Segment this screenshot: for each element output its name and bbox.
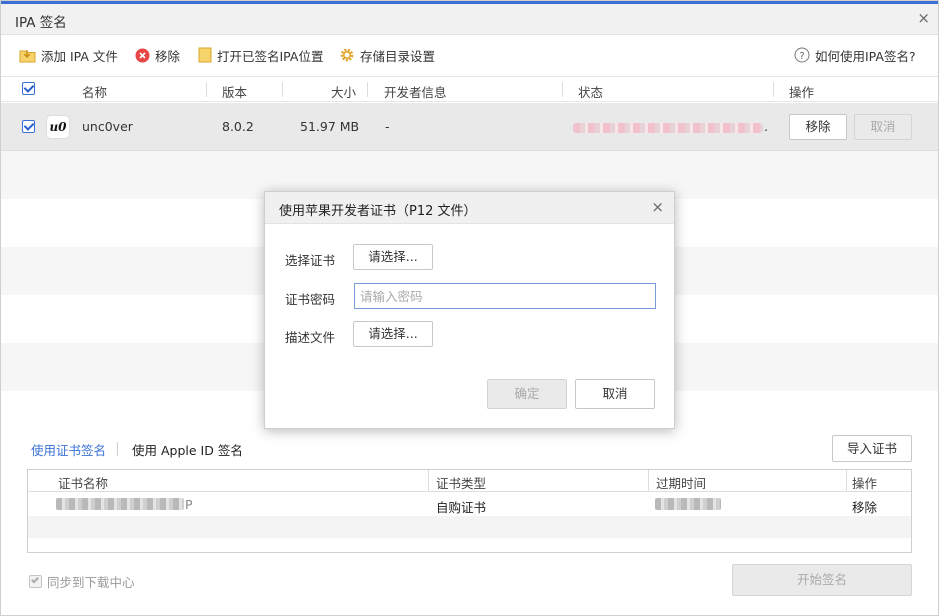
choose-profile-button[interactable]: 请选择... xyxy=(353,321,433,347)
add-ipa-label: 添加 IPA 文件 xyxy=(41,48,118,64)
col-divider xyxy=(773,82,774,97)
choose-cert-button[interactable]: 请选择... xyxy=(353,244,433,270)
cert-type: 自购证书 xyxy=(436,500,487,515)
open-signed-folder-button[interactable]: 打开已签名IPA位置 xyxy=(198,45,323,65)
col-divider xyxy=(648,470,649,492)
profile-label: 描述文件 xyxy=(285,330,336,345)
ok-button: 确定 xyxy=(487,379,567,409)
col-divider xyxy=(282,82,283,97)
table-row[interactable]: u0 unc0ver 8.0.2 51.97 MB - . 移除 取消 xyxy=(1,103,938,151)
sync-option[interactable]: 同步到下载中心 xyxy=(29,573,135,590)
window-title: IPA 签名 xyxy=(15,15,67,31)
col-status: 状态 xyxy=(578,85,604,100)
storage-settings-label: 存储目录设置 xyxy=(360,48,436,64)
add-ipa-button[interactable]: 添加 IPA 文件 xyxy=(19,45,118,65)
tab-divider xyxy=(117,442,118,456)
status-redacted xyxy=(573,123,763,133)
sync-checkbox[interactable] xyxy=(29,574,42,588)
start-sign-button: 开始签名 xyxy=(732,564,912,596)
col-size: 大小 xyxy=(331,85,357,100)
cert-name-redacted xyxy=(56,498,184,510)
row-checkbox[interactable] xyxy=(22,120,35,133)
storage-settings-button[interactable]: 存储目录设置 xyxy=(339,45,435,65)
col-divider xyxy=(562,82,563,97)
cert-col-action: 操作 xyxy=(852,476,878,491)
password-label: 证书密码 xyxy=(285,292,336,307)
cert-label: 选择证书 xyxy=(285,253,336,268)
col-divider xyxy=(428,470,429,492)
col-name: 名称 xyxy=(82,85,108,100)
open-signed-folder-label: 打开已签名IPA位置 xyxy=(217,48,324,64)
cert-name-suffix: P xyxy=(185,497,193,512)
dialog-title-bar: 使用苹果开发者证书（P12 文件） × xyxy=(265,192,674,224)
app-version: 8.0.2 xyxy=(222,119,254,134)
row-cancel-button: 取消 xyxy=(854,114,912,140)
app-icon: u0 xyxy=(46,115,70,139)
col-version: 版本 xyxy=(222,85,248,100)
row-remove-button[interactable]: 移除 xyxy=(789,114,847,140)
cert-table-header: 证书名称 证书类型 过期时间 操作 xyxy=(28,470,911,492)
ipa-sign-window: IPA 签名 × 添加 IPA 文件 移除 打开已签名IPA位置 存储目录设置 … xyxy=(0,0,939,616)
folder-add-icon xyxy=(19,48,36,63)
import-cert-button[interactable]: 导入证书 xyxy=(832,435,912,462)
dialog-close-icon[interactable]: × xyxy=(651,198,664,216)
status-suffix: . xyxy=(764,119,768,134)
cert-table: 证书名称 证书类型 过期时间 操作 P 自购证书 移除 xyxy=(27,469,912,553)
remove-icon xyxy=(135,48,150,63)
select-all-checkbox[interactable] xyxy=(22,82,35,95)
cert-col-type: 证书类型 xyxy=(436,476,487,491)
cert-remove-link[interactable]: 移除 xyxy=(852,497,877,516)
folder-icon xyxy=(198,47,212,63)
ipa-table-header: 名称 版本 大小 开发者信息 状态 操作 xyxy=(1,76,938,102)
sync-label: 同步到下载中心 xyxy=(47,574,135,590)
col-actions: 操作 xyxy=(789,85,815,100)
p12-cert-dialog: 使用苹果开发者证书（P12 文件） × 选择证书 请选择... 证书密码 描述文… xyxy=(264,191,675,429)
title-bar: IPA 签名 × xyxy=(1,4,938,35)
table-row[interactable]: P 自购证书 移除 xyxy=(28,493,911,516)
sign-options-panel: 使用证书签名 使用 Apple ID 签名 导入证书 证书名称 证书类型 过期时… xyxy=(1,429,938,615)
app-name: unc0ver xyxy=(82,119,133,134)
window-close-icon[interactable]: × xyxy=(917,9,930,27)
cert-col-name: 证书名称 xyxy=(58,476,109,491)
tab-appleid-sign[interactable]: 使用 Apple ID 签名 xyxy=(132,440,243,459)
col-divider xyxy=(206,82,207,97)
dialog-title: 使用苹果开发者证书（P12 文件） xyxy=(279,204,477,219)
col-divider xyxy=(367,82,368,97)
cert-col-expiry: 过期时间 xyxy=(656,476,707,491)
help-icon: ? xyxy=(794,47,810,63)
empty-row xyxy=(28,516,911,538)
col-divider xyxy=(846,470,847,492)
svg-text:?: ? xyxy=(799,51,804,62)
cert-expiry-redacted xyxy=(655,498,721,510)
help-label: 如何使用IPA签名? xyxy=(815,48,916,64)
password-input[interactable] xyxy=(354,283,656,309)
toolbar: 添加 IPA 文件 移除 打开已签名IPA位置 存储目录设置 ? 如何使用IPA… xyxy=(1,35,938,75)
tab-cert-sign[interactable]: 使用证书签名 xyxy=(31,440,106,459)
developer-info: - xyxy=(385,119,390,134)
help-link[interactable]: ? 如何使用IPA签名? xyxy=(794,45,916,65)
remove-button[interactable]: 移除 xyxy=(135,45,180,65)
remove-label: 移除 xyxy=(155,48,181,64)
col-developer: 开发者信息 xyxy=(384,85,447,100)
gear-icon xyxy=(339,47,355,63)
app-size: 51.97 MB xyxy=(300,119,360,134)
dialog-cancel-button[interactable]: 取消 xyxy=(575,379,655,409)
